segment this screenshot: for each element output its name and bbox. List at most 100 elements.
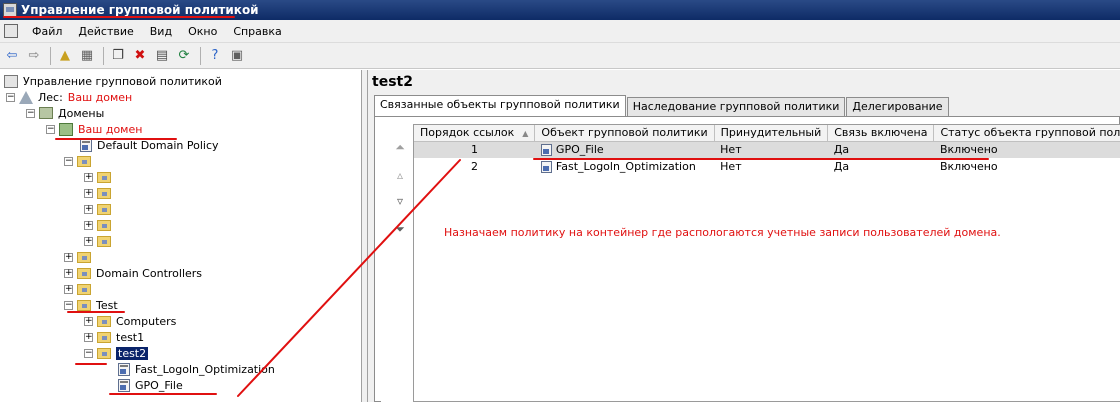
col-link-order[interactable]: Порядок ссылок ▲ — [414, 125, 536, 142]
expand-icon[interactable]: + — [84, 172, 93, 182]
tree-ou[interactable]: + — [84, 201, 116, 217]
collapse-icon[interactable]: − — [6, 92, 15, 102]
ou-folder-icon — [97, 331, 111, 343]
tree-ou[interactable]: + — [84, 169, 116, 185]
show-hide-tree-icon[interactable]: ▦ — [77, 46, 97, 66]
ou-folder-icon — [97, 235, 111, 247]
toolbar-separator — [50, 46, 51, 65]
action-pane-icon[interactable]: ▣ — [227, 46, 247, 66]
tree-ou[interactable]: + — [84, 185, 116, 201]
tree-root[interactable]: Управление групповой политикой — [4, 73, 222, 89]
table-row[interactable]: 1 GPO_File Нет Да Включено — [414, 141, 1120, 158]
linked-gpo-grid: Порядок ссылок ▲ Объект групповой политик… — [413, 124, 1120, 402]
up-folder-icon[interactable]: ▲ — [55, 46, 75, 66]
console-tree: Управление групповой политикой − Лес: Ва… — [0, 70, 362, 402]
tree-test2[interactable]: − test2 — [84, 345, 149, 361]
col-gpo-status[interactable]: Статус объекта групповой политики — [933, 125, 1120, 142]
test2-label: test2 — [116, 346, 149, 360]
collapse-icon[interactable]: − — [26, 108, 35, 118]
ou-folder-icon — [77, 267, 91, 279]
collapse-icon[interactable]: − — [46, 124, 55, 134]
cell-order: 1 — [414, 141, 535, 158]
collapse-icon[interactable]: − — [84, 348, 93, 358]
tree-domain[interactable]: − Ваш домен — [46, 121, 142, 137]
expand-icon[interactable]: + — [84, 188, 93, 198]
expand-icon[interactable]: + — [84, 220, 93, 230]
menu-action[interactable]: Действие — [70, 25, 141, 38]
tab-linked-gpos[interactable]: Связанные объекты групповой политики — [374, 95, 626, 116]
ou-folder-icon — [97, 315, 111, 327]
collapse-icon[interactable]: − — [64, 156, 73, 166]
tree-default-domain-policy[interactable]: Default Domain Policy — [80, 137, 219, 153]
cell-gpo: Fast_Logoln_Optimization — [535, 158, 714, 175]
tree-ou[interactable]: + — [84, 217, 116, 233]
menu-file[interactable]: Файл — [24, 25, 70, 38]
cell-gpo: GPO_File — [534, 141, 715, 158]
delete-icon[interactable]: ✖ — [130, 46, 150, 66]
table-row[interactable]: 2 Fast_Logoln_Optimization Нет Да Включе… — [414, 158, 1120, 175]
refresh-icon[interactable]: ⟳ — [174, 46, 194, 66]
tree-test[interactable]: − Test — [64, 297, 118, 313]
expand-icon[interactable]: + — [64, 268, 73, 278]
tab-delegation[interactable]: Делегирование — [846, 97, 949, 116]
col-link-enabled[interactable]: Связь включена — [827, 125, 935, 142]
expand-icon[interactable]: + — [84, 236, 93, 246]
copy-icon[interactable]: ❐ — [108, 46, 128, 66]
ou-folder-icon — [77, 251, 91, 263]
move-bottom-icon[interactable]: ⏷ — [393, 223, 407, 235]
collapse-icon[interactable]: − — [64, 300, 73, 310]
col-gpo[interactable]: Объект групповой политики — [534, 125, 715, 142]
app-icon — [3, 3, 17, 17]
expand-icon[interactable]: + — [64, 284, 73, 294]
computers-label: Computers — [116, 314, 177, 328]
toolbar: ⇦ ⇨ ▲ ▦ ❐ ✖ ▤ ⟳? ▣ — [0, 43, 1120, 69]
menu-view[interactable]: Вид — [142, 25, 180, 38]
tab-strip: Связанные объекты групповой политики Нас… — [374, 95, 950, 116]
tab-inheritance[interactable]: Наследование групповой политики — [626, 97, 846, 116]
ou-folder-icon — [97, 171, 111, 183]
domain-controllers-label: Domain Controllers — [96, 266, 203, 280]
tree-ou[interactable]: − — [64, 153, 96, 169]
move-down-icon[interactable]: ▿ — [393, 195, 407, 207]
tree-ou[interactable]: + — [64, 281, 96, 297]
tree-fast-logon[interactable]: Fast_Logoln_Optimization — [118, 361, 275, 377]
console-icon[interactable] — [4, 24, 18, 38]
test-label: Test — [96, 298, 118, 312]
expand-icon[interactable]: + — [84, 332, 93, 342]
menu-window[interactable]: Окно — [180, 25, 225, 38]
expand-icon[interactable]: + — [84, 204, 93, 214]
menu-help[interactable]: Справка — [225, 25, 289, 38]
move-top-icon[interactable]: ⏶ — [393, 141, 407, 153]
tree-ou[interactable]: + — [64, 249, 96, 265]
properties-icon[interactable]: ▤ — [152, 46, 172, 66]
ou-folder-icon — [77, 283, 91, 295]
window-title: Управление групповой политикой — [21, 3, 259, 17]
tree-test1[interactable]: + test1 — [84, 329, 144, 345]
domains-icon — [39, 107, 53, 119]
tree-domains[interactable]: − Домены — [26, 105, 104, 121]
gpo-link-icon — [118, 378, 130, 392]
toolbar-separator — [200, 46, 201, 65]
expand-icon[interactable]: + — [64, 252, 73, 262]
back-icon[interactable]: ⇦ — [2, 46, 22, 66]
grid-header: Порядок ссылок ▲ Объект групповой политик… — [414, 125, 1120, 142]
ou-folder-icon — [97, 187, 111, 199]
tree-gpo-file[interactable]: GPO_File — [118, 377, 183, 393]
annotation-text: Назначаем политику на контейнер где расп… — [444, 226, 1001, 239]
tree-domain-controllers[interactable]: + Domain Controllers — [64, 265, 202, 281]
tree-root-label: Управление групповой политикой — [23, 74, 222, 88]
tab-content: ⏶ ▵ ▿ ⏷ Порядок ссылок ▲ Объект групповой… — [374, 116, 1120, 403]
sort-asc-icon: ▲ — [522, 129, 529, 139]
fast-logon-label: Fast_Logoln_Optimization — [135, 362, 275, 376]
tree-forest[interactable]: − Лес: Ваш домен — [6, 89, 132, 105]
tree-ou[interactable]: + — [84, 233, 116, 249]
col-enforced[interactable]: Принудительный — [714, 125, 829, 142]
move-up-icon[interactable]: ▵ — [393, 169, 407, 181]
domain-icon — [59, 122, 73, 136]
container-title: test2 — [372, 74, 413, 90]
help-icon[interactable]: ? — [205, 46, 225, 66]
expand-icon[interactable]: + — [84, 316, 93, 326]
forward-icon[interactable]: ⇨ — [24, 46, 44, 66]
tree-computers[interactable]: + Computers — [84, 313, 176, 329]
cell-status: Включено — [939, 160, 998, 173]
